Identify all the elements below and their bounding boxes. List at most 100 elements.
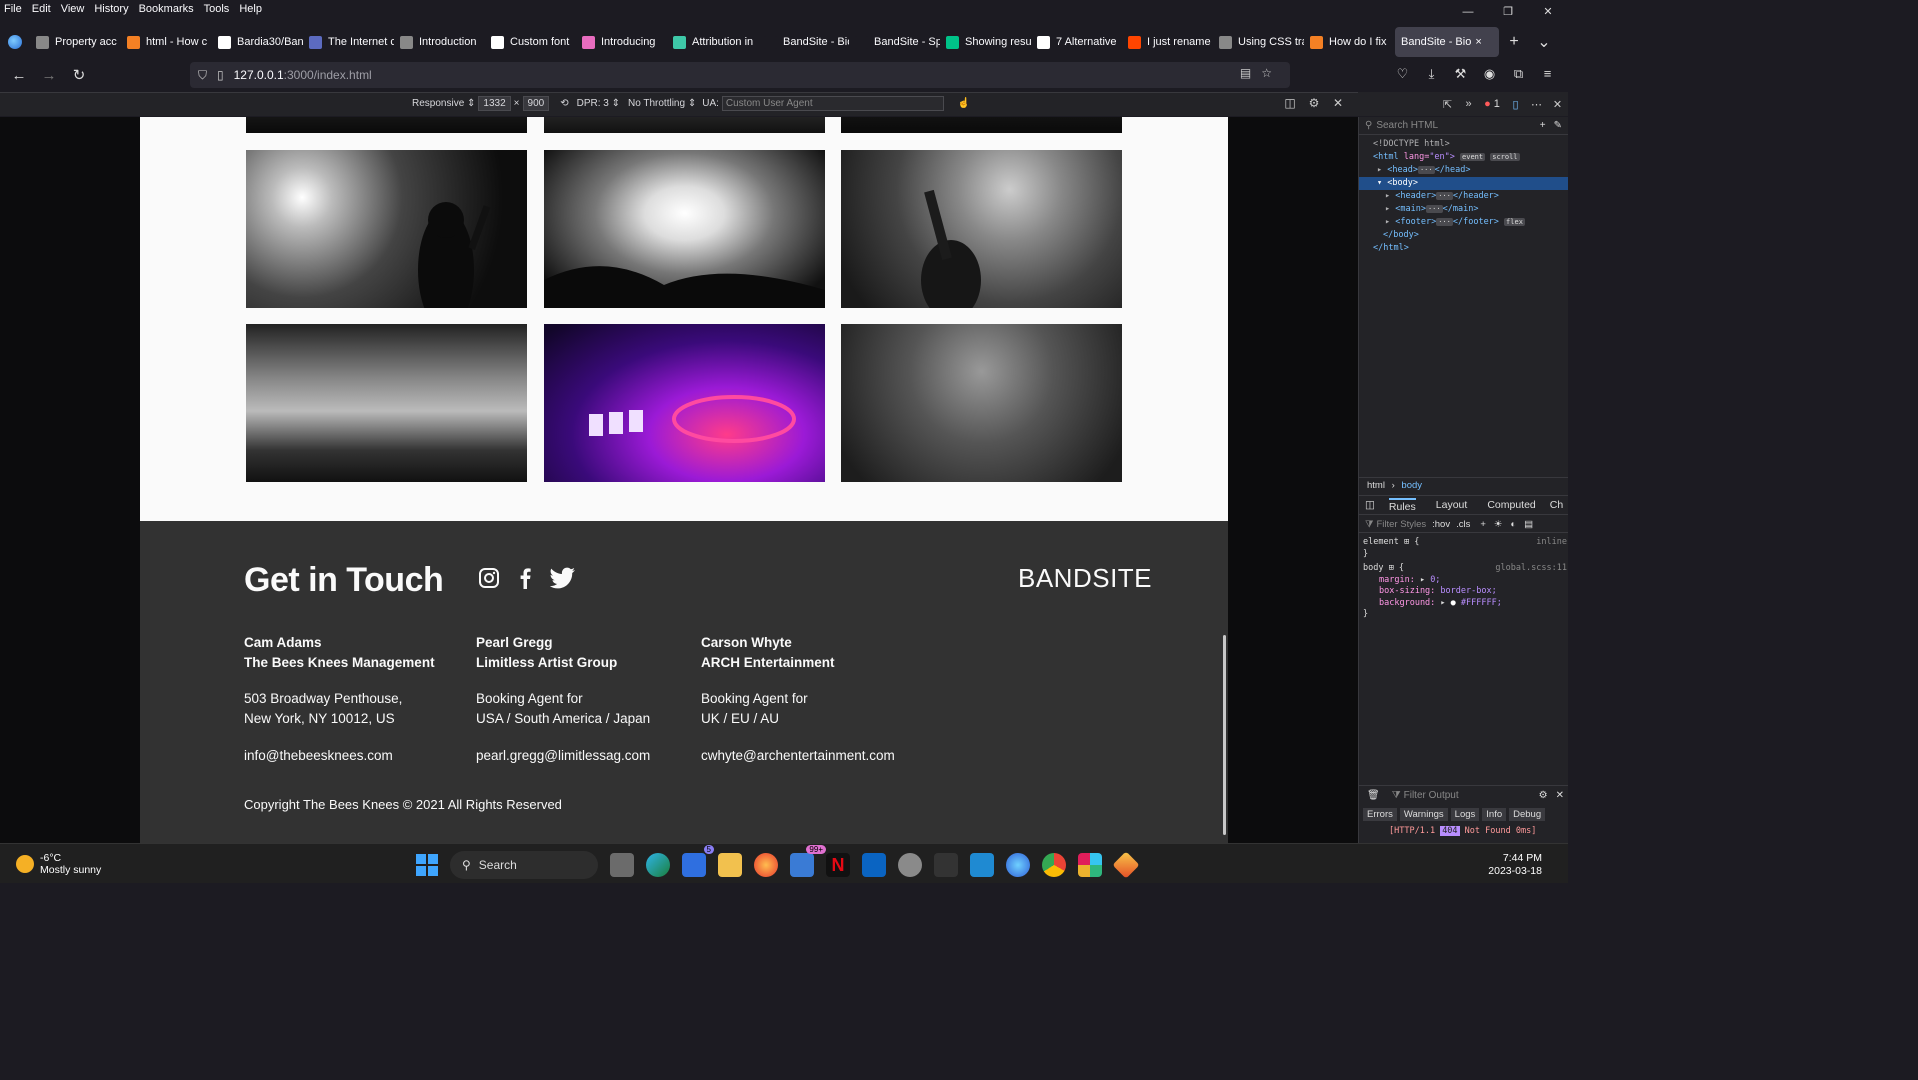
rule-source[interactable]: global.scss:11 — [1495, 563, 1567, 575]
rule-source[interactable]: inline — [1536, 537, 1567, 549]
search-html-input[interactable]: ⚲ Search HTML + ✎ — [1359, 117, 1568, 135]
browser-tab[interactable]: How do I fix — [1304, 27, 1395, 57]
menu-help[interactable]: Help — [239, 3, 262, 15]
system-clock[interactable]: 7:44 PM 2023-03-18 — [1488, 852, 1542, 878]
browser-tab[interactable]: Introducing — [576, 27, 667, 57]
throttling-select[interactable]: No Throttling ⇕ — [628, 98, 696, 109]
warnings-filter-button[interactable]: Warnings — [1399, 808, 1448, 821]
extensions-icon[interactable]: ⧉ — [1504, 66, 1533, 82]
browser-tab[interactable]: 7 Alternative — [1031, 27, 1122, 57]
page-scrollbar[interactable] — [1223, 635, 1226, 835]
tree-node[interactable]: <html lang="en"> event scroll — [1359, 151, 1568, 164]
account-icon[interactable]: ◉ — [1475, 66, 1504, 82]
devtools-menu-icon[interactable]: ⋯ — [1526, 98, 1547, 111]
errors-filter-button[interactable]: Errors — [1363, 808, 1397, 821]
instagram-icon[interactable] — [478, 567, 500, 592]
twitter-icon[interactable] — [549, 567, 576, 592]
slack-icon[interactable] — [1078, 853, 1102, 877]
browser-tab[interactable]: html - How c — [121, 27, 212, 57]
cls-toggle[interactable]: .cls — [1456, 519, 1470, 530]
tree-node[interactable]: </html> — [1359, 242, 1568, 255]
add-rule-icon[interactable]: + — [1480, 519, 1486, 530]
print-media-icon[interactable]: ▤ — [1524, 519, 1533, 530]
menu-tools[interactable]: Tools — [204, 3, 230, 15]
console-settings-icon[interactable]: ⚙ — [1539, 790, 1548, 801]
chrome-icon[interactable] — [1042, 853, 1066, 877]
git-kraken-icon[interactable] — [1112, 851, 1140, 879]
add-node-icon[interactable]: + — [1540, 120, 1546, 131]
app-icon[interactable] — [934, 853, 958, 877]
color-swatch-icon[interactable]: ● — [1451, 598, 1456, 608]
collapsed-badge[interactable]: ··· — [1417, 166, 1435, 174]
todo-icon[interactable]: 5 — [682, 845, 714, 877]
new-tab-icon[interactable]: + — [1499, 33, 1529, 51]
contact-email[interactable]: cwhyte@archentertainment.com — [701, 746, 931, 766]
list-all-tabs-icon[interactable]: ⌄ — [1529, 32, 1559, 52]
eyedropper-icon[interactable]: ✎ — [1554, 120, 1562, 131]
tree-node[interactable]: ▸ <footer> ··· </footer> flex — [1359, 216, 1568, 229]
console-error-message[interactable]: [HTTP/1.1 404 Not Found 0ms] — [1359, 826, 1568, 836]
viewport-width-input[interactable]: 1332 — [478, 96, 511, 111]
browser-tab[interactable]: Introduction — [394, 27, 485, 57]
downloads-icon[interactable]: ⤓ — [1417, 66, 1446, 82]
logs-filter-button[interactable]: Logs — [1450, 808, 1480, 821]
browser-tab[interactable]: Bardia30/Ban — [212, 27, 303, 57]
settings-gear-icon[interactable]: ⚙ — [1302, 96, 1326, 110]
menu-edit[interactable]: Edit — [32, 3, 51, 15]
rule-line[interactable]: box-sizing: border-box; — [1363, 586, 1567, 598]
debug-filter-button[interactable]: Debug — [1509, 808, 1546, 821]
menu-bookmarks[interactable]: Bookmarks — [139, 3, 194, 15]
firefox-dev-icon[interactable] — [1006, 853, 1030, 877]
browser-tab[interactable]: BandSite - Sp — [849, 27, 940, 57]
restore-icon[interactable]: ❐ — [1488, 0, 1528, 24]
task-view-icon[interactable] — [610, 853, 634, 877]
firefox-icon[interactable] — [754, 853, 778, 877]
netflix-icon[interactable]: N — [826, 853, 850, 877]
weather-widget[interactable]: -6°C Mostly sunny — [16, 852, 101, 876]
viewport-height-input[interactable]: 900 — [522, 96, 550, 111]
file-explorer-icon[interactable] — [718, 853, 742, 877]
forward-icon[interactable]: → — [34, 67, 64, 84]
tree-node[interactable]: </body> — [1359, 229, 1568, 242]
light-scheme-icon[interactable]: ☀ — [1494, 519, 1503, 530]
reader-bookmark-icons[interactable]: ▤☆ — [1240, 66, 1282, 80]
device-select[interactable]: Responsive ⇕ — [412, 98, 475, 109]
browser-tab[interactable]: Showing resu — [940, 27, 1031, 57]
tab-changes[interactable]: Ch — [1550, 499, 1563, 511]
settings-icon[interactable] — [898, 853, 922, 877]
flex-badge[interactable]: flex — [1504, 218, 1525, 226]
contact-email[interactable]: pearl.gregg@limitlessag.com — [476, 746, 706, 766]
tree-node-selected[interactable]: ▾ <body> — [1359, 177, 1568, 190]
scroll-badge[interactable]: scroll — [1490, 153, 1520, 161]
tab-layout[interactable]: Layout — [1436, 499, 1468, 511]
edge-icon[interactable] — [646, 853, 670, 877]
minimize-icon[interactable]: — — [1448, 0, 1488, 24]
hov-toggle[interactable]: :hov — [1432, 519, 1450, 530]
back-icon[interactable]: ← — [4, 67, 34, 84]
contact-email[interactable]: info@thebeesknees.com — [244, 746, 474, 766]
tree-node[interactable]: ▸ <header> ··· </header> — [1359, 190, 1568, 203]
info-filter-button[interactable]: Info — [1482, 808, 1507, 821]
dock-icon[interactable]: ▯ — [1505, 98, 1526, 111]
firefox-view-icon[interactable] — [0, 35, 30, 49]
close-rdm-icon[interactable]: ✕ — [1326, 96, 1350, 110]
menu-history[interactable]: History — [94, 3, 128, 15]
touch-simulation-icon[interactable]: ☝ — [958, 98, 970, 109]
browser-tab[interactable]: I just rename — [1122, 27, 1213, 57]
browser-tab[interactable]: Property acc — [30, 27, 121, 57]
vscode-icon[interactable] — [970, 853, 994, 877]
screenshot-icon[interactable]: ◫ — [1278, 96, 1302, 110]
browser-tab[interactable]: BandSite - Biogra — [758, 27, 849, 57]
user-agent-input[interactable]: Custom User Agent — [721, 96, 944, 111]
toggle-panel-icon[interactable]: ◫ — [1365, 499, 1375, 511]
collapsed-badge[interactable]: ··· — [1436, 218, 1453, 226]
tree-node[interactable]: ▸ <main> ··· </main> — [1359, 203, 1568, 216]
page-icon[interactable]: ▯ — [217, 68, 224, 82]
browser-tab[interactable]: Attribution in — [667, 27, 758, 57]
more-tools-icon[interactable]: » — [1458, 98, 1479, 110]
collapsed-badge[interactable]: ··· — [1436, 192, 1453, 200]
hamburger-menu-icon[interactable]: ≡ — [1533, 66, 1562, 82]
windows-start-icon[interactable] — [416, 854, 438, 876]
devtools-wrench-icon[interactable]: ⚒ — [1446, 66, 1475, 82]
facebook-icon[interactable] — [518, 567, 532, 592]
